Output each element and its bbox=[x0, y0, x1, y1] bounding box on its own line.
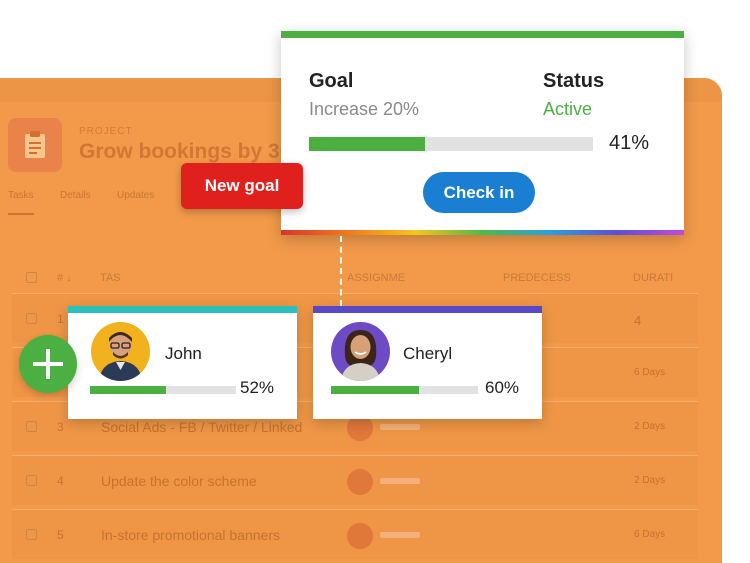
goal-card-stripe bbox=[281, 31, 684, 38]
person-name: Cheryl bbox=[403, 344, 453, 363]
person-progress-bar bbox=[90, 386, 236, 394]
person-card-stripe bbox=[313, 306, 542, 313]
check-in-button[interactable]: Check in bbox=[423, 172, 535, 213]
avatar bbox=[331, 322, 390, 381]
assignee-name-placeholder bbox=[380, 424, 420, 430]
person-progress-bar bbox=[331, 386, 478, 394]
tab-updates[interactable]: Updates bbox=[117, 190, 154, 201]
goal-label: Goal bbox=[309, 70, 354, 92]
person-card-stripe bbox=[68, 306, 297, 313]
goal-progress-bar bbox=[309, 137, 593, 151]
new-goal-button[interactable]: New goal bbox=[181, 163, 303, 209]
add-button[interactable] bbox=[19, 335, 77, 393]
person-progress-fill bbox=[90, 386, 166, 394]
row-checkbox[interactable] bbox=[26, 313, 37, 324]
status-label: Status bbox=[543, 70, 605, 92]
sort-arrow-icon: ↓ bbox=[66, 272, 72, 284]
row-number: 1 bbox=[57, 312, 64, 326]
assignee-avatar bbox=[347, 469, 373, 495]
dashed-connector bbox=[340, 236, 342, 306]
tab-details[interactable]: Details bbox=[60, 190, 91, 201]
avatar bbox=[91, 322, 150, 381]
column-duration[interactable]: DURATI bbox=[633, 272, 673, 284]
row-checkbox[interactable] bbox=[26, 475, 37, 486]
goal-value: Increase 20% bbox=[309, 99, 420, 119]
person-card-cheryl[interactable]: Cheryl 60% bbox=[313, 306, 542, 419]
row-task-name: In-store promotional banners bbox=[101, 527, 280, 543]
person-progress-text: 52% bbox=[240, 378, 275, 397]
assignee-name-placeholder bbox=[380, 478, 420, 484]
project-kicker: PROJECT bbox=[79, 126, 133, 137]
row-checkbox[interactable] bbox=[26, 421, 37, 432]
row-duration: 2 Days bbox=[634, 421, 666, 432]
row-number: 4 bbox=[57, 474, 64, 488]
person-card-john[interactable]: John 52% bbox=[68, 306, 297, 419]
column-number-label: # bbox=[57, 272, 64, 284]
row-duration: 6 Days bbox=[634, 529, 666, 540]
rainbow-border bbox=[281, 230, 684, 235]
clipboard-icon bbox=[8, 118, 62, 172]
assignee-name-placeholder bbox=[380, 532, 420, 538]
table-row[interactable]: 4 Update the color scheme 2 Days bbox=[12, 455, 698, 505]
row-number: 5 bbox=[57, 528, 64, 542]
project-title: Grow bookings by 30% bbox=[79, 140, 311, 163]
row-duration: 4 bbox=[634, 313, 642, 328]
assignee-avatar bbox=[347, 523, 373, 549]
plus-icon bbox=[33, 349, 63, 379]
table-row[interactable]: 5 In-store promotional banners 6 Days bbox=[12, 509, 698, 559]
goal-progress-fill bbox=[309, 137, 426, 151]
person-progress-text: 60% bbox=[485, 378, 520, 397]
column-number[interactable]: # ↓ bbox=[57, 272, 72, 284]
row-duration: 6 Days bbox=[634, 367, 666, 378]
status-value: Active bbox=[543, 99, 593, 119]
row-checkbox[interactable] bbox=[26, 529, 37, 540]
row-task-name: Update the color scheme bbox=[101, 473, 257, 489]
row-number: 3 bbox=[57, 420, 64, 434]
column-assignee[interactable]: ASSIGNME bbox=[347, 272, 405, 284]
row-task-name: Social Ads - FB / Twitter / Linked bbox=[101, 419, 303, 435]
goal-progress-text: 41% bbox=[609, 132, 650, 154]
row-duration: 2 Days bbox=[634, 475, 666, 486]
person-progress-fill bbox=[331, 386, 420, 394]
person-name: John bbox=[165, 344, 202, 363]
table-header: # ↓ TAS ASSIGNME PREDECESS DURATI bbox=[12, 262, 698, 292]
column-task[interactable]: TAS bbox=[100, 272, 121, 284]
goal-card: Goal Increase 20% Status Active 41% Chec… bbox=[281, 31, 684, 235]
tab-tasks[interactable]: Tasks bbox=[8, 190, 34, 215]
select-all-checkbox[interactable] bbox=[26, 272, 37, 283]
column-predecessor[interactable]: PREDECESS bbox=[503, 272, 571, 284]
